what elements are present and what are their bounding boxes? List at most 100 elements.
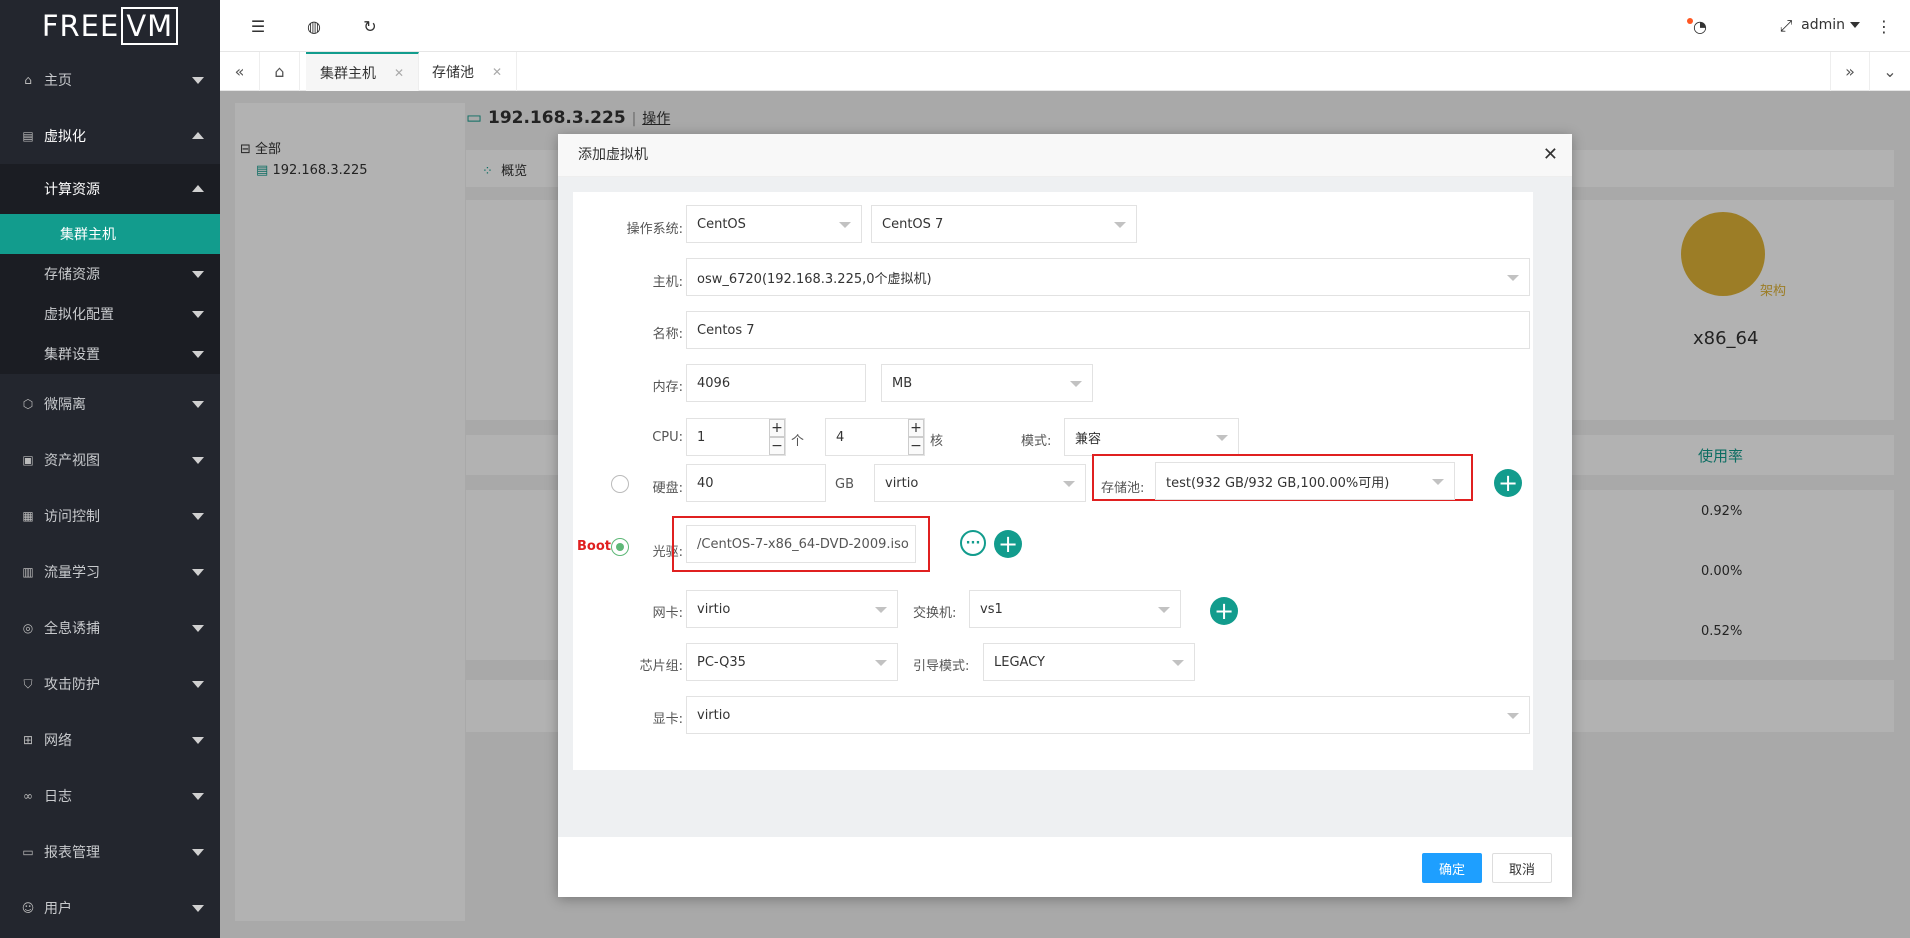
traffic-icon: ▥: [22, 565, 34, 579]
sidebar-item-cluster-settings[interactable]: 集群设置: [0, 334, 220, 374]
close-icon[interactable]: ✕: [492, 65, 502, 79]
memory-label: 内存:: [652, 380, 683, 395]
sidebar-item-reports[interactable]: ▭ 报表管理: [0, 824, 220, 880]
chevron-down-icon: [1158, 607, 1170, 613]
add-vm-dialog: 添加虚拟机 ✕ 操作系统: CentOS CentOS 7 主机: osw_67…: [558, 134, 1572, 897]
sidebar-item-trap[interactable]: ◎ 全息诱捕: [0, 600, 220, 656]
name-input[interactable]: Centos 7: [686, 311, 1530, 349]
add-storage-pool-button[interactable]: +: [1494, 469, 1522, 497]
chevron-down-icon: [1216, 435, 1228, 441]
chevron-down-icon: [1063, 481, 1075, 487]
sidebar-item-network[interactable]: ⊞ 网络: [0, 712, 220, 768]
os-version-select[interactable]: CentOS 7: [871, 205, 1137, 243]
chevron-down-icon: [875, 607, 887, 613]
cube-icon: ⬡: [22, 397, 34, 411]
sidebar-item-cluster-hosts[interactable]: 集群主机: [0, 214, 220, 254]
tabs-menu-icon[interactable]: ⌄: [1870, 52, 1910, 91]
sidebar-item-microsegmentation[interactable]: ⬡ 微隔离: [0, 376, 220, 432]
memory-unit-select[interactable]: MB: [881, 364, 1093, 402]
submenu-virtualization: 计算资源 集群主机 存储资源 虚拟化配置 集群设置: [0, 164, 220, 374]
sidebar-item-compute[interactable]: 计算资源: [0, 164, 220, 214]
storage-pool-select[interactable]: test(932 GB/932 GB,100.00%可用): [1155, 462, 1455, 500]
sidebar-item-storage[interactable]: 存储资源: [0, 254, 220, 294]
cpu-count-unit: 个: [791, 434, 805, 449]
chevron-down-icon: [1114, 222, 1126, 228]
chevron-down-icon: [192, 271, 204, 278]
cancel-button[interactable]: 取消: [1492, 853, 1552, 883]
sidebar-item-virt-config[interactable]: 虚拟化配置: [0, 294, 220, 334]
chevron-down-icon: [192, 77, 204, 84]
chevron-down-icon: [1432, 479, 1444, 485]
cdrom-input[interactable]: /CentOS-7-x86_64-DVD-2009.iso: [686, 525, 916, 563]
user-menu[interactable]: admin: [1801, 17, 1860, 33]
fullscreen-icon[interactable]: ⤢: [1776, 16, 1796, 36]
chevron-down-icon: [192, 905, 204, 912]
host-select[interactable]: osw_6720(192.168.3.225,0个虚拟机): [686, 258, 1530, 296]
browse-iso-button[interactable]: ···: [960, 530, 986, 556]
memory-input[interactable]: 4096: [686, 364, 866, 402]
report-icon: ▭: [22, 845, 34, 859]
chevron-down-icon: [192, 793, 204, 800]
close-icon[interactable]: ✕: [394, 66, 404, 80]
boot-mode-select[interactable]: LEGACY: [983, 643, 1195, 681]
sidebar-item-virtualization[interactable]: ▤ 虚拟化: [0, 108, 220, 164]
name-label: 名称:: [652, 327, 683, 342]
more-icon[interactable]: ⋮: [1874, 16, 1894, 36]
disk-size-input[interactable]: 40: [686, 464, 826, 502]
chevron-down-icon: [192, 401, 204, 408]
sidebar-item-traffic[interactable]: ▥ 流量学习: [0, 544, 220, 600]
sidebar-item-attack-defense[interactable]: ⛉ 攻击防护: [0, 656, 220, 712]
network-icon: ⊞: [22, 733, 34, 747]
sidebar-item-users[interactable]: ☺ 用户: [0, 880, 220, 936]
chevron-down-icon: [192, 351, 204, 358]
cpu-cores-stepper[interactable]: 4 + −: [825, 418, 925, 456]
sidebar: FREE VM ⌂ 主页 ▤ 虚拟化 计算资源 集群主机 存储资源 虚拟化配置 集…: [0, 0, 220, 938]
switch-label: 交换机:: [913, 606, 957, 621]
add-nic-button[interactable]: +: [1210, 597, 1238, 625]
sidebar-item-assets[interactable]: ▣ 资产视图: [0, 432, 220, 488]
increment-icon[interactable]: +: [769, 419, 785, 437]
chevron-down-icon: [192, 311, 204, 318]
menu-toggle-icon[interactable]: ☰: [248, 16, 268, 36]
chevron-down-icon: [839, 222, 851, 228]
increment-icon[interactable]: +: [908, 419, 924, 437]
tabs-right-icon[interactable]: »: [1830, 52, 1870, 91]
palette-icon[interactable]: ◔: [1690, 16, 1710, 36]
tab-storage-pool[interactable]: 存储池 ✕: [418, 52, 518, 91]
sidebar-item-access-control[interactable]: ▦ 访问控制: [0, 488, 220, 544]
chevron-down-icon: [192, 737, 204, 744]
disk-bus-select[interactable]: virtio: [874, 464, 1086, 502]
host-label: 主机:: [652, 275, 683, 290]
sidebar-item-logs[interactable]: ∞ 日志: [0, 768, 220, 824]
disk-boot-radio[interactable]: [611, 475, 629, 493]
os-select[interactable]: CentOS: [686, 205, 862, 243]
nic-select[interactable]: virtio: [686, 590, 898, 628]
globe-icon[interactable]: ◍: [304, 16, 324, 36]
chevron-down-icon: [192, 457, 204, 464]
chevron-down-icon: [192, 513, 204, 520]
mode-select[interactable]: 兼容: [1064, 418, 1239, 456]
dialog-footer: 确定 取消: [558, 837, 1572, 897]
add-cdrom-button[interactable]: +: [994, 530, 1022, 558]
chevron-up-icon: [192, 132, 204, 139]
disk-label: 硬盘:: [652, 481, 683, 496]
log-icon: ∞: [23, 789, 33, 803]
chevron-down-icon: [192, 681, 204, 688]
logo: FREE VM: [0, 0, 220, 52]
sidebar-item-home[interactable]: ⌂ 主页: [0, 52, 220, 108]
chevron-down-icon: [192, 849, 204, 856]
close-icon[interactable]: ✕: [1543, 146, 1558, 164]
cpu-count-stepper[interactable]: 1 + −: [686, 418, 786, 456]
tab-cluster-hosts[interactable]: 集群主机 ✕: [306, 52, 420, 91]
switch-select[interactable]: vs1: [969, 590, 1181, 628]
home-tab-icon[interactable]: ⌂: [260, 52, 300, 91]
decrement-icon[interactable]: −: [769, 437, 785, 455]
chipset-select[interactable]: PC-Q35: [686, 643, 898, 681]
refresh-icon[interactable]: ↻: [360, 16, 380, 36]
confirm-button[interactable]: 确定: [1422, 853, 1482, 883]
decrement-icon[interactable]: −: [908, 437, 924, 455]
chipset-label: 芯片组:: [639, 659, 683, 674]
cdrom-boot-radio[interactable]: [611, 538, 629, 556]
tabs-left-icon[interactable]: «: [220, 52, 260, 91]
gpu-select[interactable]: virtio: [686, 696, 1530, 734]
